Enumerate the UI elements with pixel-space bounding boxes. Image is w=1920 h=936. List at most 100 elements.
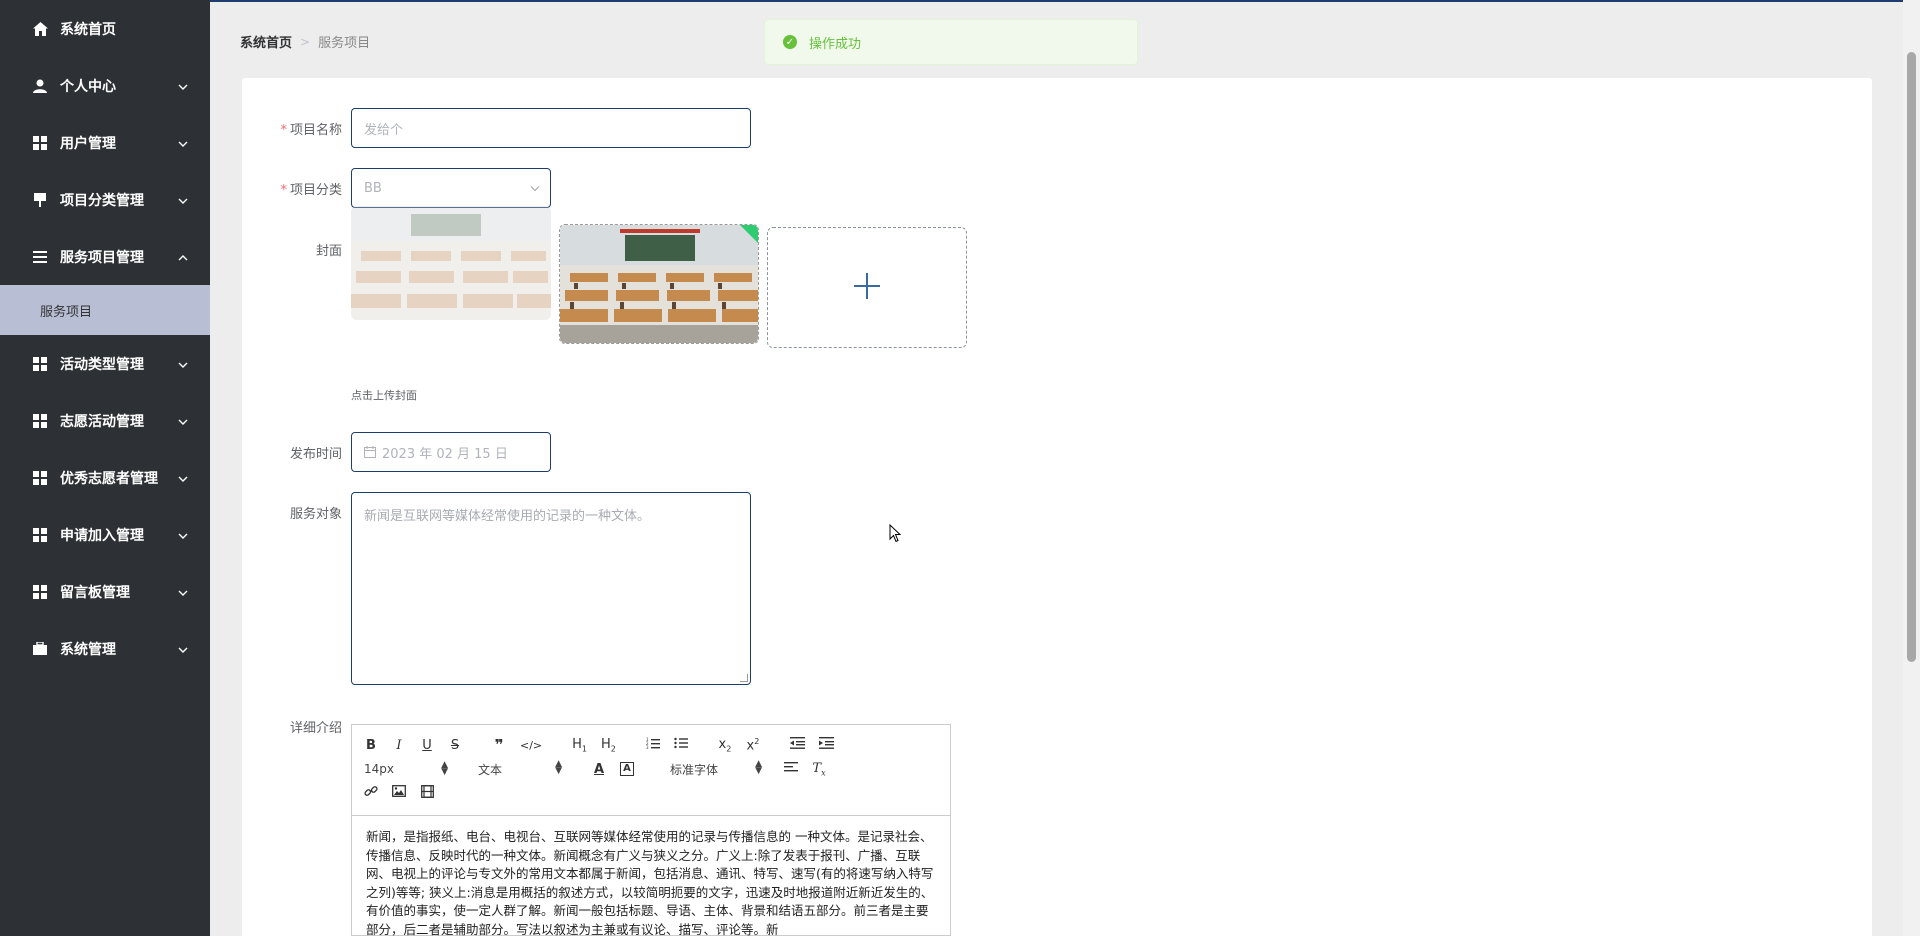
text-color-icon[interactable]: A (592, 762, 606, 777)
text-style-select[interactable]: 文本 ▲ ▼ (478, 758, 562, 778)
font-family-select[interactable]: 标准字体 ▲ ▼ (670, 758, 762, 778)
image-icon[interactable] (392, 785, 406, 801)
sidebar-item-system-management[interactable]: 系统管理 (0, 620, 210, 677)
bold-button[interactable]: B (364, 738, 378, 753)
indent-icon[interactable] (818, 737, 834, 753)
select-arrows-icon: ▲ ▼ (555, 758, 562, 776)
sidebar: 系统首页 个人中心 用户管理 项目分类管理 服务项目管理 服务项目 活动类型管理… (0, 0, 210, 936)
success-toast: ✓ 操作成功 (764, 19, 1138, 65)
clear-format-icon[interactable]: Tx (812, 761, 826, 778)
cover-label: 封面 (315, 244, 342, 259)
sidebar-item-message-board-management[interactable]: 留言板管理 (0, 563, 210, 620)
mouse-cursor-icon (889, 523, 902, 547)
superscript-button[interactable]: x2 (746, 737, 760, 753)
grid-icon (32, 356, 48, 372)
video-icon[interactable] (420, 784, 434, 802)
editor-content[interactable]: 新闻，是指报纸、电台、电视台、互联网等媒体经常使用的记录与传播信息的 一种文体。… (352, 816, 950, 936)
chevron-down-icon (178, 413, 188, 429)
outdent-icon[interactable] (789, 737, 805, 753)
chevron-down-icon (178, 470, 188, 486)
sidebar-subitem-service-project[interactable]: 服务项目 (0, 285, 210, 335)
grid-icon (32, 470, 48, 486)
underline-button[interactable]: U (420, 738, 434, 753)
chevron-down-icon (178, 584, 188, 600)
select-arrows-icon: ▲ ▼ (755, 758, 762, 776)
chevron-down-icon (178, 641, 188, 657)
project-name-placeholder: 发给个 (364, 122, 404, 138)
sidebar-item-category-management[interactable]: 项目分类管理 (0, 171, 210, 228)
chevron-down-icon (178, 192, 188, 208)
svg-text:3: 3 (646, 745, 649, 749)
publish-time-value: 2023 年 02 月 15 日 (382, 446, 508, 462)
chevron-up-icon (178, 249, 188, 265)
rich-text-editor: B I U S ❞ </> H1 H2 123 x2 x2 14px ▲ ▼ 文… (351, 724, 951, 936)
sidebar-item-label: 留言板管理 (60, 584, 130, 601)
blockquote-icon[interactable]: ❞ (492, 736, 506, 754)
sidebar-item-label: 个人中心 (60, 78, 116, 95)
select-arrows-icon: ▲ ▼ (441, 760, 448, 777)
chevron-down-icon (178, 356, 188, 372)
chevron-down-icon (178, 135, 188, 151)
sidebar-item-label: 用户管理 (60, 135, 116, 152)
resize-handle-icon[interactable] (740, 674, 748, 682)
grid-icon (32, 413, 48, 429)
project-category-select[interactable]: BB (351, 168, 551, 208)
link-icon[interactable] (364, 784, 378, 802)
italic-button[interactable]: I (392, 738, 406, 753)
code-block-icon[interactable]: </> (520, 739, 542, 752)
toast-message: 操作成功 (809, 36, 862, 52)
bullet-list-icon[interactable] (674, 737, 688, 753)
ordered-list-icon[interactable]: 123 (646, 737, 660, 753)
grid-icon (32, 584, 48, 600)
service-target-textarea[interactable]: 新闻是互联网等媒体经常使用的记录的一种文体。 (351, 492, 751, 685)
strike-button[interactable]: S (448, 738, 462, 753)
service-target-label: 服务对象 (289, 507, 342, 522)
subscript-button[interactable]: x2 (718, 737, 732, 754)
header-2-button[interactable]: H2 (601, 737, 616, 754)
grid-icon (32, 527, 48, 543)
list-icon (32, 249, 48, 265)
align-icon[interactable] (784, 761, 798, 777)
calendar-icon (364, 446, 376, 458)
cover-upload-button[interactable] (767, 227, 967, 348)
project-name-input[interactable]: 发给个 (351, 108, 751, 148)
sidebar-item-label: 申请加入管理 (60, 527, 144, 544)
scrollbar-thumb[interactable] (1907, 52, 1916, 662)
sidebar-item-home[interactable]: 系统首页 (0, 0, 210, 57)
detail-label: 详细介绍 (289, 721, 342, 736)
cover-image-fading[interactable] (351, 206, 551, 320)
chevron-down-icon (530, 181, 540, 196)
sidebar-subitem-label: 服务项目 (40, 304, 93, 320)
header-1-button[interactable]: H1 (572, 737, 587, 754)
sidebar-item-personal-center[interactable]: 个人中心 (0, 57, 210, 114)
breadcrumb-home[interactable]: 系统首页 (240, 32, 292, 51)
briefcase-icon (32, 641, 48, 657)
publish-time-picker[interactable]: 2023 年 02 月 15 日 (351, 432, 551, 472)
sidebar-item-label: 志愿活动管理 (60, 413, 144, 430)
home-icon (32, 21, 48, 37)
service-target-placeholder: 新闻是互联网等媒体经常使用的记录的一种文体。 (364, 509, 651, 524)
chevron-down-icon (178, 527, 188, 543)
project-category-label: * 项目分类 (280, 183, 342, 198)
project-name-label: * 项目名称 (280, 123, 342, 138)
page-scrollbar[interactable] (1903, 0, 1920, 936)
user-icon (32, 78, 48, 94)
sidebar-item-excellent-volunteer-management[interactable]: 优秀志愿者管理 (0, 449, 210, 506)
cover-image[interactable] (559, 224, 759, 344)
sidebar-item-label: 服务项目管理 (60, 249, 144, 266)
publish-time-label: 发布时间 (289, 447, 342, 462)
sidebar-item-volunteer-activity-management[interactable]: 志愿活动管理 (0, 392, 210, 449)
chevron-down-icon (178, 78, 188, 94)
sidebar-item-label: 优秀志愿者管理 (60, 470, 158, 487)
sidebar-item-activity-type-management[interactable]: 活动类型管理 (0, 335, 210, 392)
background-color-icon[interactable]: A (620, 762, 634, 776)
editor-toolbar: B I U S ❞ </> H1 H2 123 x2 x2 14px ▲ ▼ 文… (352, 725, 950, 816)
sidebar-item-user-management[interactable]: 用户管理 (0, 114, 210, 171)
sidebar-item-label: 活动类型管理 (60, 356, 144, 373)
sidebar-item-service-project-management[interactable]: 服务项目管理 (0, 228, 210, 285)
font-size-select[interactable]: 14px ▲ ▼ (364, 760, 448, 777)
header-accent-line (210, 0, 1920, 2)
check-circle-icon: ✓ (783, 35, 797, 49)
sidebar-item-label: 系统首页 (60, 21, 116, 38)
sidebar-item-application-management[interactable]: 申请加入管理 (0, 506, 210, 563)
